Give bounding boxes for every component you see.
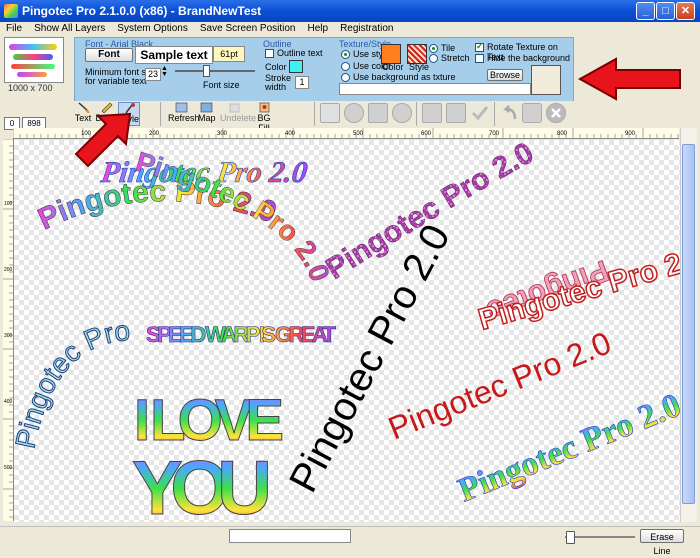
refresh-button[interactable]: Refresh <box>168 102 200 126</box>
undelete-button[interactable]: Undelete <box>220 102 256 126</box>
outline-color-label: Color <box>265 62 287 72</box>
bg-fill-button[interactable]: BG Fill <box>252 102 276 133</box>
hide-background-checkbox[interactable] <box>475 54 484 63</box>
background-preview <box>531 65 561 95</box>
maximize-button[interactable]: □ <box>656 2 675 20</box>
zoom-slider-track[interactable] <box>565 536 635 538</box>
ruler-h-label: 500 <box>353 131 364 137</box>
ruler-h-label: 300 <box>217 131 228 137</box>
undo-icon[interactable] <box>500 103 520 123</box>
vertical-scrollbar[interactable] <box>680 128 697 522</box>
canvas-text-11: YOU <box>132 446 272 522</box>
canvas-thumbnail[interactable] <box>4 37 64 83</box>
use-color-radio[interactable] <box>341 62 350 71</box>
ruler-h-label: 600 <box>421 131 432 137</box>
toolbar: Text Draw Style Refresh Map Undelete BG … <box>74 101 678 133</box>
ruler-h-label: 800 <box>557 131 568 137</box>
ruler-h-label: 400 <box>285 131 296 137</box>
app-icon <box>4 4 18 18</box>
close-button[interactable]: ✕ <box>676 2 695 20</box>
ruler-h-label: 200 <box>149 131 160 137</box>
min-font-size-input[interactable]: 23 <box>145 68 161 81</box>
undelete-icon <box>229 103 239 113</box>
stretch-radio[interactable] <box>429 54 438 63</box>
window-title: Pingotec Pro 2.1.0.0 (x86) - BrandNewTes… <box>22 4 262 18</box>
ruler-h-label: 700 <box>489 131 500 137</box>
font-size-label: Font size <box>203 80 240 90</box>
design-canvas[interactable]: Pingotec Pro 2.0 Pingotec Pro 2.0 Pingot… <box>14 140 680 522</box>
scrollbar-thumb[interactable] <box>682 144 695 504</box>
trash-icon[interactable] <box>522 103 542 123</box>
status-field <box>229 529 351 543</box>
tile-label: Tile <box>441 43 456 53</box>
settings-panel: Font - Arial Black Font Sample text 61pt… <box>74 37 574 102</box>
menu-show-all-layers[interactable]: Show All Layers <box>28 22 111 36</box>
layer-up-icon[interactable] <box>422 103 442 123</box>
map-button[interactable]: Map <box>198 102 216 126</box>
browse-button[interactable]: Browse <box>487 69 523 81</box>
stroke-width-label: width <box>265 82 287 92</box>
outline-color-swatch[interactable] <box>289 60 303 73</box>
rotate-icon[interactable] <box>344 103 364 123</box>
texture-color-label: Color <box>382 62 404 72</box>
outline-text-checkbox[interactable] <box>265 49 274 58</box>
sample-text-preview: Sample text <box>135 46 213 64</box>
font-size-slider-thumb[interactable] <box>203 65 210 77</box>
canvas-text-10: I LOVE <box>134 388 284 453</box>
hide-background-label: Hide the background <box>487 53 571 63</box>
menu-registration[interactable]: Registration <box>334 22 399 36</box>
bg-fill-icon <box>259 102 269 113</box>
font-size-badge: 61pt <box>213 46 245 62</box>
use-background-label: Use background as txture <box>353 72 456 82</box>
title-bar: Pingotec Pro 2.1.0.0 (x86) - BrandNewTes… <box>0 0 700 22</box>
outline-text-label: Outline text <box>277 48 323 58</box>
erase-line-button[interactable]: Erase Line <box>640 529 684 556</box>
texture-style-swatch[interactable] <box>407 44 427 64</box>
min-font-label-2: for variable text <box>85 76 147 86</box>
minimize-button[interactable]: _ <box>636 2 655 20</box>
canvas-artwork: Pingotec Pro 2.0 Pingotec Pro 2.0 Pingot… <box>14 140 680 522</box>
canvas-text-6: SPEED WARP IS GREAT <box>146 322 337 347</box>
resize-icon[interactable] <box>368 103 388 123</box>
status-bar: Erase Line <box>0 526 700 556</box>
red-arrow-style <box>74 112 132 168</box>
map-icon <box>200 102 212 113</box>
red-arrow-right <box>577 57 681 101</box>
texture-style-label: Style <box>409 62 430 72</box>
menu-file[interactable]: File <box>0 22 28 36</box>
warp-icon[interactable] <box>392 103 412 123</box>
canvas-size-label: 1000 x 700 <box>8 83 53 93</box>
menu-save-screen-position[interactable]: Save Screen Position <box>194 22 302 36</box>
refresh-label: Refresh <box>168 113 200 123</box>
rotate-texture-checkbox[interactable] <box>475 41 484 52</box>
use-style-radio[interactable] <box>341 50 350 59</box>
undelete-label: Undelete <box>220 113 257 123</box>
ruler-v-label: 400 <box>4 399 13 405</box>
min-font-spinner[interactable]: ▲ ▼ <box>161 65 168 78</box>
refresh-icon <box>175 102 187 113</box>
checkmark-icon[interactable] <box>470 103 490 123</box>
use-background-radio[interactable] <box>341 73 350 82</box>
menu-bar: File Show All Layers System Options Save Sc… <box>0 22 700 36</box>
ruler-v-label: 300 <box>4 333 13 339</box>
move-icon[interactable] <box>320 103 340 123</box>
ruler-h-label: 900 <box>625 131 636 137</box>
font-size-slider-track[interactable] <box>175 70 255 72</box>
menu-help[interactable]: Help <box>302 22 335 36</box>
vertical-ruler: 100200300400500600 <box>3 139 14 521</box>
layer-down-icon[interactable] <box>446 103 466 123</box>
texture-color-swatch[interactable] <box>381 44 401 64</box>
zoom-slider-thumb[interactable] <box>566 531 575 544</box>
stretch-label: Stretch <box>441 53 470 63</box>
ruler-v-label: 200 <box>4 267 13 273</box>
map-label: Map <box>198 113 216 123</box>
tile-radio[interactable] <box>429 44 438 53</box>
menu-system-options[interactable]: System Options <box>111 22 194 36</box>
background-path-field[interactable] <box>339 83 531 95</box>
cancel-icon[interactable] <box>546 103 566 123</box>
ruler-v-label: 100 <box>4 201 13 207</box>
font-button[interactable]: Font <box>85 48 133 62</box>
ruler-v-label: 500 <box>4 465 13 471</box>
stroke-width-input[interactable]: 1 <box>295 76 309 89</box>
